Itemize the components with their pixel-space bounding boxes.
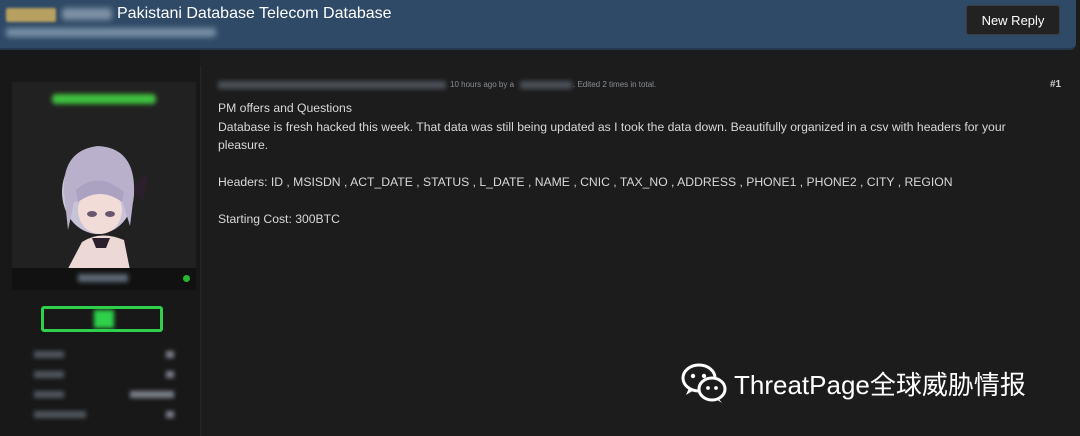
user-stat-row [34,389,174,401]
redacted-text [62,8,112,20]
redacted-stat-value [166,351,174,358]
new-reply-button[interactable]: New Reply [966,5,1060,35]
redacted-award [94,310,114,328]
avatar [62,146,148,280]
redacted-username[interactable] [52,94,156,104]
wechat-icon [681,363,727,403]
user-stat-row [34,409,174,421]
user-panel [0,50,200,436]
user-badge [6,8,56,22]
online-status-icon [183,275,190,282]
post-line: Database is fresh hacked this week. That… [218,119,1006,153]
watermark: ThreatPage全球威胁情报 [680,361,1026,405]
user-stat-row [34,369,174,381]
redacted-stat-value [166,411,174,418]
redacted-author[interactable] [520,81,572,89]
redacted-stat-label [34,371,64,378]
user-stat-row [34,349,174,361]
redacted-user-title [78,274,128,282]
redacted-post-date [218,81,446,89]
redacted-stat-value [166,371,174,378]
redacted-stat-label [34,411,86,418]
thread-title: Pakistani Database Telecom Database [117,5,392,22]
redacted-stat-value [130,391,174,398]
redacted-stat-label [34,351,64,358]
post-body: PM offers and Questions Database is fres… [218,99,1058,229]
post-edit-note: . Edited 2 times in total. [573,80,657,89]
thread-header: Pakistani Database Telecom Database New … [0,0,1076,50]
post-timestamp: 10 hours ago by a [450,80,515,89]
post-line: PM offers and Questions [218,101,352,115]
post-line: Starting Cost: 300BTC [218,212,340,226]
watermark-text: ThreatPage全球威胁情报 [734,369,1026,400]
redacted-thread-meta [6,28,216,37]
post-line: Headers: ID , MSISDN , ACT_DATE , STATUS… [218,175,953,189]
redacted-stat-label [34,391,64,398]
post-number-link[interactable]: #1 [1050,79,1061,90]
